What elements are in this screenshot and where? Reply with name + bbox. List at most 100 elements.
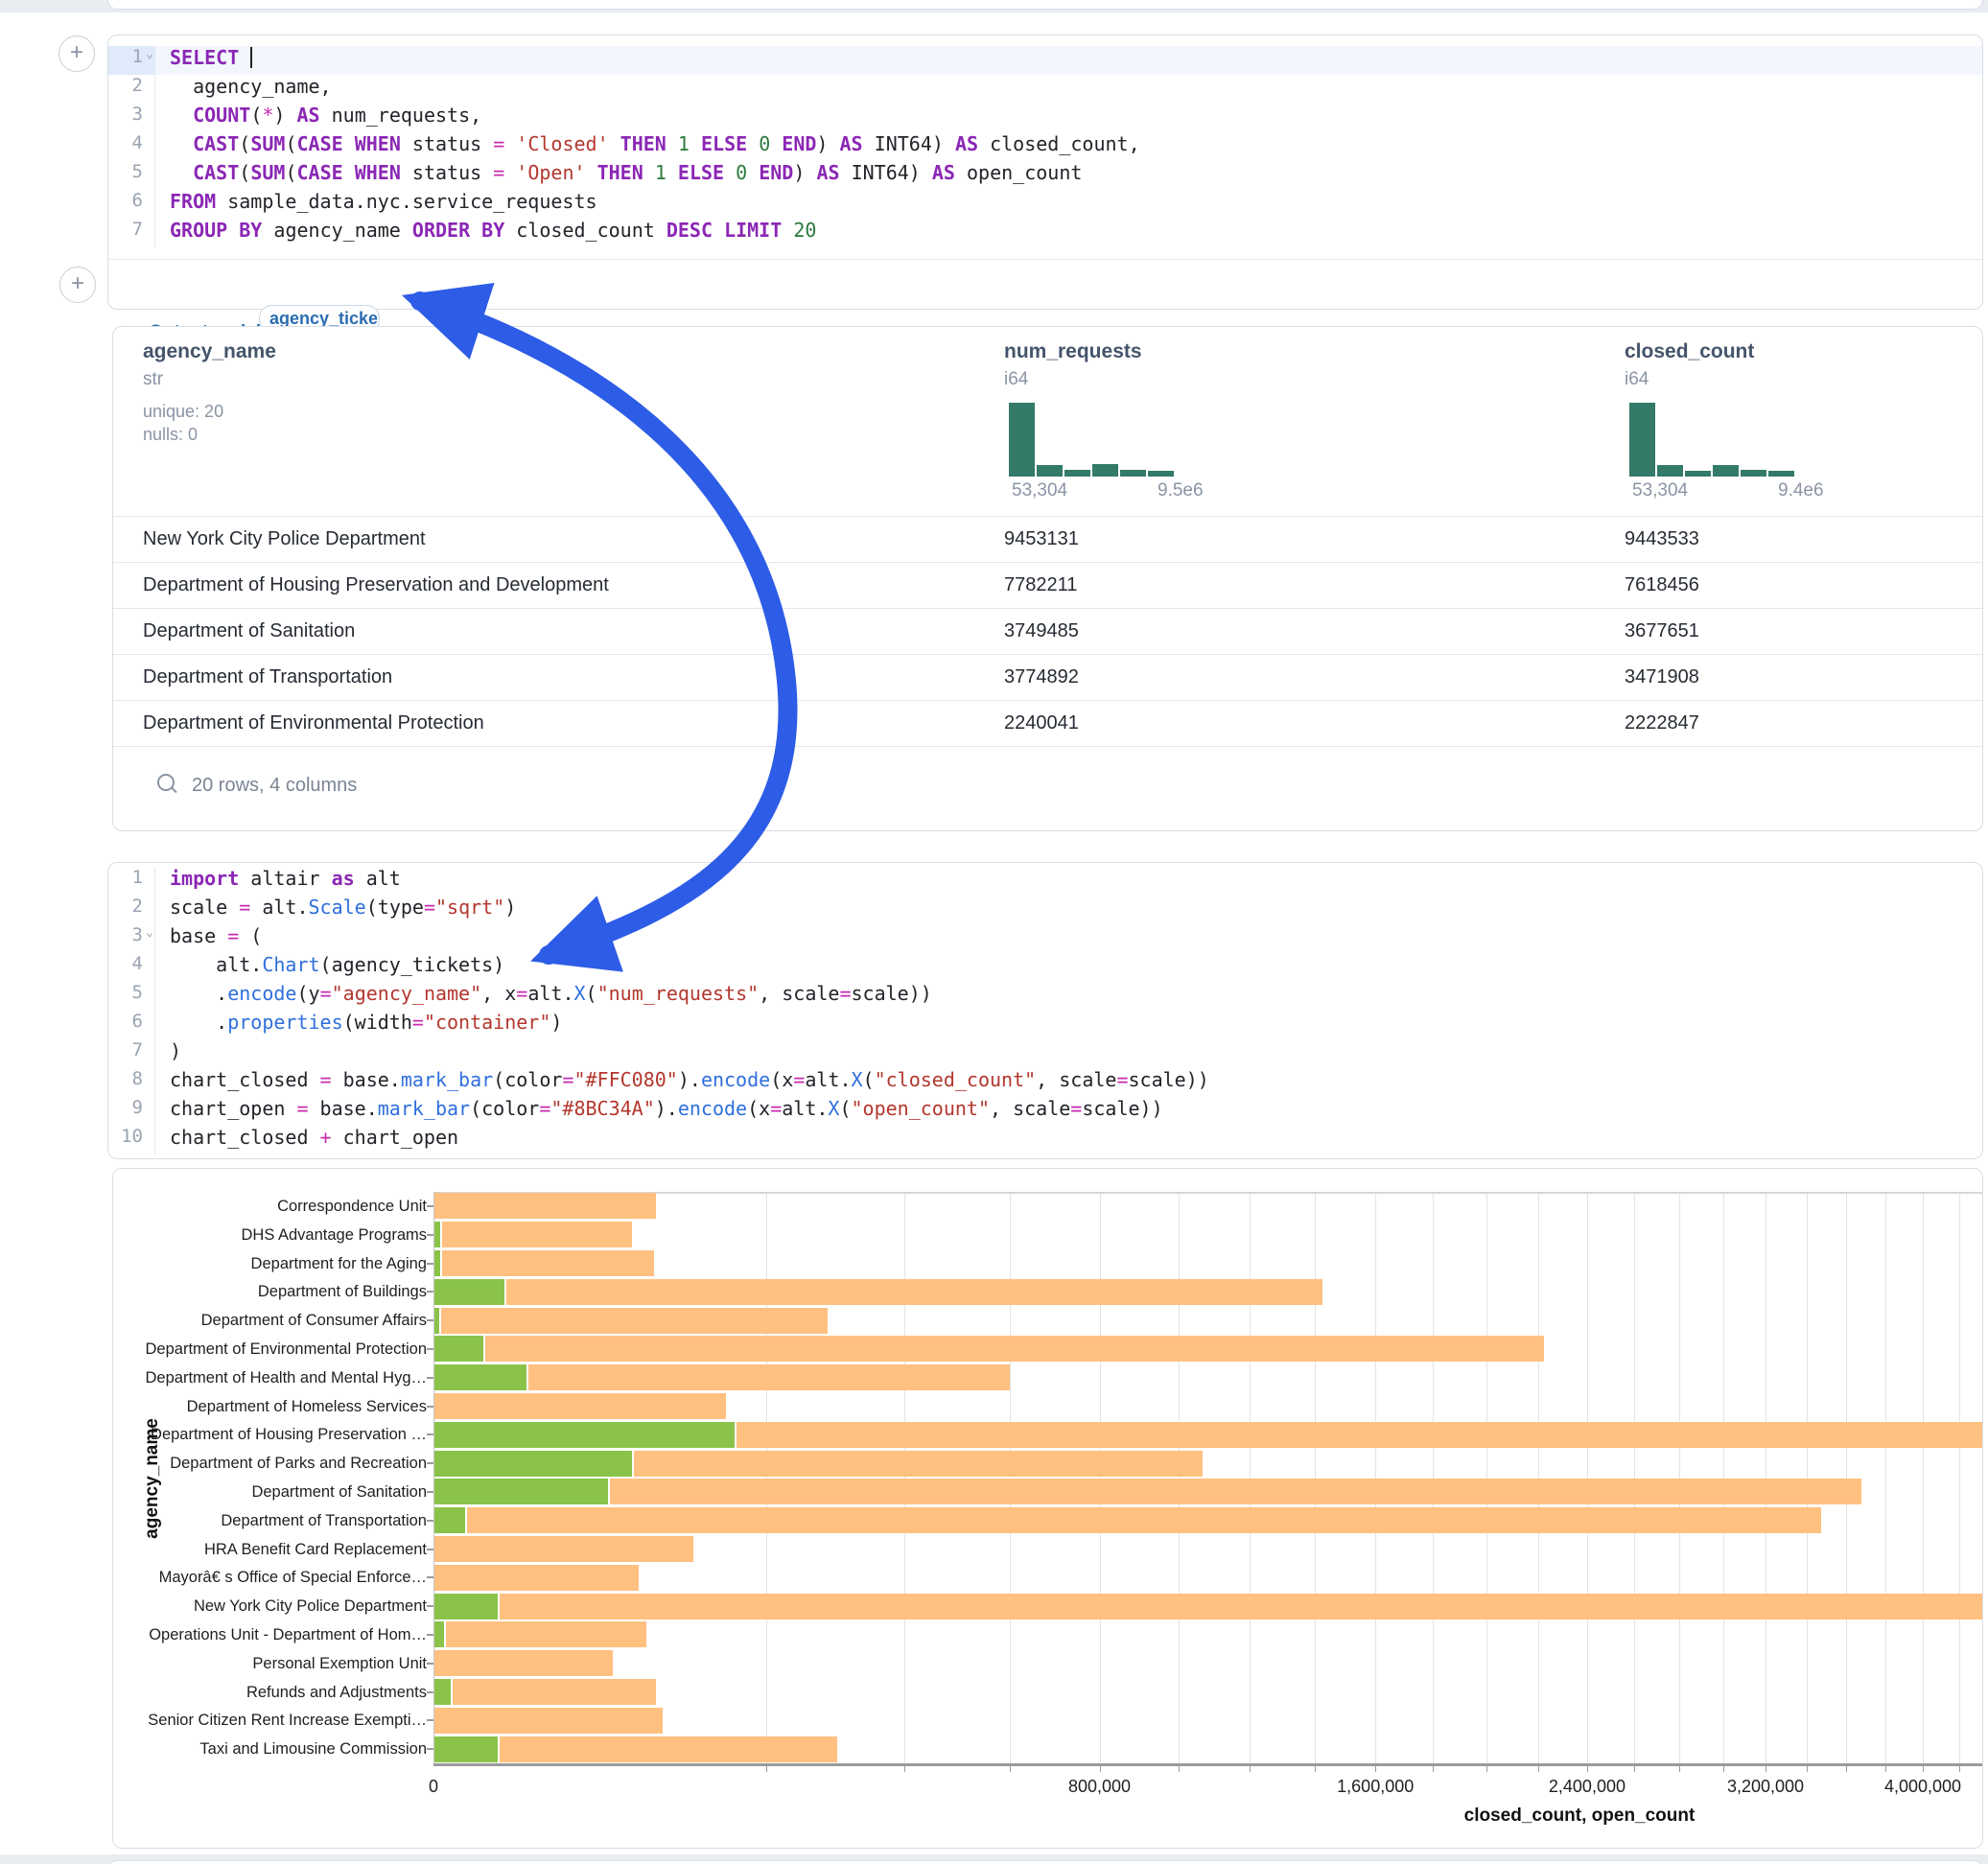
code-line[interactable]: 5 .encode(y="agency_name", x=alt.X("num_… bbox=[108, 982, 1982, 1011]
column-stat: unique: 20 bbox=[143, 402, 223, 422]
table-footer-summary: 20 rows, 4 columns bbox=[192, 775, 357, 797]
cell-value[interactable]: 9453131 bbox=[1004, 516, 1079, 562]
y-axis-tick bbox=[427, 1748, 433, 1750]
search-icon[interactable] bbox=[157, 774, 175, 791]
x-axis-label: 2,400,000 bbox=[1549, 1777, 1625, 1797]
column-histogram bbox=[1629, 402, 1794, 477]
text-cursor bbox=[250, 47, 252, 68]
x-axis-line bbox=[433, 1763, 1982, 1766]
cell-value[interactable]: 3471908 bbox=[1625, 654, 1699, 700]
add-cell-button-top[interactable]: + bbox=[58, 35, 95, 72]
cell-value[interactable]: 2222847 bbox=[1625, 700, 1699, 746]
bar-open-count bbox=[434, 1736, 500, 1762]
sql-code-editor[interactable]: 1⌄SELECT 2 agency_name,3 COUNT(*) AS num… bbox=[108, 46, 1982, 247]
x-axis-tick bbox=[1807, 1765, 1808, 1772]
code-line[interactable]: 4 CAST(SUM(CASE WHEN status = 'Closed' T… bbox=[108, 132, 1982, 161]
y-axis-tick bbox=[427, 1377, 433, 1379]
code-line[interactable]: 1⌄SELECT bbox=[108, 46, 1982, 75]
gridline bbox=[1433, 1192, 1434, 1763]
column-stat: nulls: 0 bbox=[143, 425, 198, 445]
fold-chevron-icon[interactable]: ⌄ bbox=[146, 47, 153, 61]
gridline bbox=[1100, 1192, 1101, 1763]
code-line[interactable]: 3⌄base = ( bbox=[108, 924, 1982, 953]
x-axis-label: 1,600,000 bbox=[1337, 1777, 1414, 1797]
code-line[interactable]: 2scale = alt.Scale(type="sqrt") bbox=[108, 896, 1982, 924]
code-text: agency_name, bbox=[155, 75, 332, 104]
y-axis-tick bbox=[427, 1263, 433, 1265]
cell-value[interactable]: 9443533 bbox=[1625, 516, 1699, 562]
plus-icon: + bbox=[71, 270, 84, 296]
cell-agency-name[interactable]: Department of Housing Preservation and D… bbox=[143, 562, 609, 608]
bar-closed-count bbox=[434, 1507, 1821, 1533]
y-axis-tick bbox=[427, 1719, 433, 1721]
x-axis-tick bbox=[766, 1765, 767, 1772]
histogram-bar bbox=[1009, 403, 1035, 477]
add-cell-button-between[interactable]: + bbox=[59, 267, 96, 303]
cell-divider bbox=[108, 259, 1982, 260]
cell-value[interactable]: 7782211 bbox=[1004, 562, 1077, 608]
code-text: CAST(SUM(CASE WHEN status = 'Open' THEN … bbox=[155, 161, 1082, 190]
code-text: alt.Chart(agency_tickets) bbox=[155, 953, 504, 982]
line-number: 1 bbox=[108, 867, 155, 896]
python-code-editor[interactable]: 1import altair as alt2scale = alt.Scale(… bbox=[108, 867, 1982, 1154]
fold-chevron-icon[interactable]: ⌄ bbox=[146, 925, 153, 940]
y-axis-label: Department of Parks and Recreation bbox=[120, 1454, 427, 1473]
code-line[interactable]: 7GROUP BY agency_name ORDER BY closed_co… bbox=[108, 219, 1982, 247]
column-header[interactable]: agency_name bbox=[143, 340, 276, 363]
gridline bbox=[1250, 1192, 1251, 1763]
y-axis-label: Personal Exemption Unit bbox=[120, 1654, 427, 1673]
x-axis-tick bbox=[1587, 1765, 1588, 1772]
bar-closed-count bbox=[434, 1222, 632, 1247]
y-axis-tick bbox=[427, 1549, 433, 1550]
x-axis-tick bbox=[1634, 1765, 1635, 1772]
x-axis-tick bbox=[1315, 1765, 1316, 1772]
code-line[interactable]: 1import altair as alt bbox=[108, 867, 1982, 896]
python-cell: 1import altair as alt2scale = alt.Scale(… bbox=[107, 862, 1983, 1159]
column-type: str bbox=[143, 369, 163, 390]
histogram-min-label: 53,304 bbox=[1632, 480, 1688, 501]
cell-agency-name[interactable]: New York City Police Department bbox=[143, 516, 426, 562]
cell-value[interactable]: 7618456 bbox=[1625, 562, 1699, 608]
y-axis-label: Mayorâ€ s Office of Special Enforce… bbox=[120, 1568, 427, 1587]
row-divider bbox=[113, 746, 1982, 747]
y-axis-label: New York City Police Department bbox=[120, 1596, 427, 1616]
code-text: base = ( bbox=[155, 924, 262, 953]
y-axis-label: Refunds and Adjustments bbox=[120, 1683, 427, 1702]
cell-value[interactable]: 3677651 bbox=[1625, 608, 1699, 654]
cell-value[interactable]: 3749485 bbox=[1004, 608, 1079, 654]
x-axis-label: 800,000 bbox=[1068, 1777, 1131, 1797]
y-axis-tick bbox=[427, 1319, 433, 1321]
cell-agency-name[interactable]: Department of Transportation bbox=[143, 654, 392, 700]
plus-icon: + bbox=[70, 39, 83, 65]
cell-agency-name[interactable]: Department of Environmental Protection bbox=[143, 700, 484, 746]
code-line[interactable]: 2 agency_name, bbox=[108, 75, 1982, 104]
column-header[interactable]: num_requests bbox=[1004, 340, 1142, 363]
code-line[interactable]: 7) bbox=[108, 1039, 1982, 1068]
line-number: 1⌄ bbox=[108, 46, 155, 75]
bar-open-count bbox=[434, 1364, 528, 1390]
x-axis-tick bbox=[1250, 1765, 1251, 1772]
code-line[interactable]: 4 alt.Chart(agency_tickets) bbox=[108, 953, 1982, 982]
code-line[interactable]: 6 .properties(width="container") bbox=[108, 1011, 1982, 1039]
code-line[interactable]: 10chart_closed + chart_open bbox=[108, 1126, 1982, 1154]
bar-open-count bbox=[434, 1451, 634, 1477]
column-header[interactable]: closed_count bbox=[1625, 340, 1754, 363]
gridline bbox=[1010, 1192, 1011, 1763]
code-line[interactable]: 3 COUNT(*) AS num_requests, bbox=[108, 104, 1982, 132]
histogram-bar bbox=[1685, 471, 1711, 477]
histogram-bar bbox=[1741, 470, 1766, 477]
cell-value[interactable]: 2240041 bbox=[1004, 700, 1079, 746]
cell-agency-name[interactable]: Department of Sanitation bbox=[143, 608, 355, 654]
x-axis-tick bbox=[1100, 1765, 1101, 1772]
code-line[interactable]: 9chart_open = base.mark_bar(color="#8BC3… bbox=[108, 1097, 1982, 1126]
code-line[interactable]: 8chart_closed = base.mark_bar(color="#FF… bbox=[108, 1068, 1982, 1097]
cell-value[interactable]: 3774892 bbox=[1004, 654, 1079, 700]
bar-open-count bbox=[434, 1422, 737, 1448]
code-line[interactable]: 5 CAST(SUM(CASE WHEN status = 'Open' THE… bbox=[108, 161, 1982, 190]
line-number: 7 bbox=[108, 219, 155, 247]
code-line[interactable]: 6FROM sample_data.nyc.service_requests bbox=[108, 190, 1982, 219]
x-axis-tick bbox=[1486, 1765, 1487, 1772]
y-axis-tick bbox=[427, 1605, 433, 1607]
histogram-bar bbox=[1713, 465, 1739, 477]
code-text: scale = alt.Scale(type="sqrt") bbox=[155, 896, 516, 924]
